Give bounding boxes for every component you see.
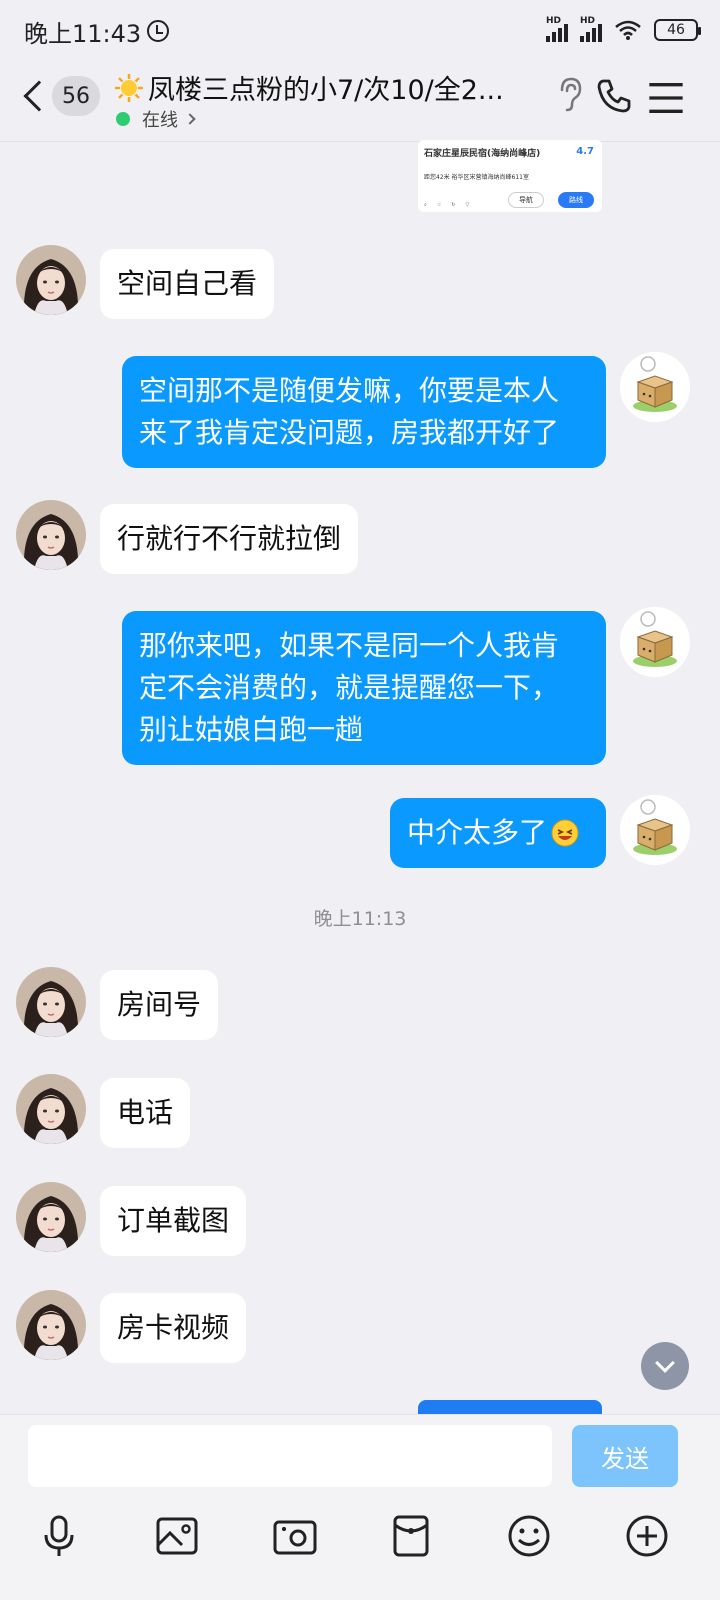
microphone-icon[interactable] — [34, 1511, 84, 1561]
input-toolbar — [0, 1503, 720, 1569]
chevron-left-icon — [23, 80, 55, 112]
message-text: 中介太多了 — [407, 816, 548, 849]
incoming-message-bubble[interactable]: 订单截图 — [100, 1186, 247, 1256]
online-status[interactable]: 在线 — [116, 106, 196, 132]
alarm-icon — [147, 20, 170, 42]
message-line: 来了我肯定没问题，房我都开好了 — [139, 416, 560, 449]
wifi-icon — [615, 20, 641, 40]
red-packet-icon[interactable] — [386, 1511, 436, 1561]
share-icon: ↻ — [451, 202, 456, 208]
card-nav-button[interactable]: 导航 — [508, 192, 544, 208]
incoming-message-bubble[interactable]: 电话 — [100, 1078, 191, 1148]
my-avatar[interactable] — [620, 795, 690, 865]
card-route-button[interactable]: 路线 — [558, 192, 594, 208]
image-icon[interactable] — [152, 1511, 202, 1561]
battery-icon: 46 — [654, 19, 701, 41]
contact-avatar[interactable] — [16, 1182, 86, 1252]
online-dot-icon — [116, 112, 130, 126]
incoming-message-bubble[interactable]: 空间自己看 — [100, 249, 275, 319]
my-avatar[interactable] — [620, 607, 690, 677]
scroll-to-bottom-button[interactable] — [641, 1342, 689, 1390]
unread-badge: 56 — [52, 76, 100, 116]
contact-avatar[interactable] — [16, 1074, 86, 1144]
star-icon: ☆ — [436, 202, 442, 208]
chat-header: 56 凤楼三点粉的小7/次10/全2... 在线 — [0, 62, 720, 142]
menu-icon[interactable] — [646, 78, 686, 118]
phone-icon[interactable] — [594, 76, 634, 116]
emoji-icon[interactable] — [504, 1511, 554, 1561]
incoming-message-bubble[interactable]: 房间号 — [100, 970, 219, 1040]
outgoing-message-bubble[interactable]: 空间那不是随便发嘛，你要是本人 来了我肯定没问题，房我都开好了 — [122, 356, 606, 468]
hd-label: HD — [546, 16, 562, 26]
sun-emoji-icon — [115, 74, 143, 102]
chat-title[interactable]: 凤楼三点粉的小7/次10/全2... — [114, 68, 534, 107]
contact-avatar[interactable] — [16, 1290, 86, 1360]
incoming-message-bubble[interactable]: 房卡视频 — [100, 1293, 247, 1363]
my-avatar[interactable] — [620, 352, 690, 422]
ear-icon[interactable] — [552, 74, 588, 114]
card-icons: ⌕ ☆ ↻ ▽ — [424, 202, 469, 208]
outgoing-message-bubble[interactable]: 那你来吧，如果不是同一个人我肯 定不会消费的，就是提醒您一下， 别让姑娘白跑一趟 — [122, 611, 606, 765]
contact-avatar[interactable] — [16, 967, 86, 1037]
input-area: 发送 — [0, 1414, 720, 1600]
outgoing-message-bubble[interactable]: 中介太多了 — [390, 798, 606, 868]
search-icon: ⌕ — [424, 202, 427, 208]
hd-label: HD — [580, 16, 596, 26]
message-line: 那你来吧，如果不是同一个人我肯 — [139, 629, 560, 662]
camera-icon[interactable] — [270, 1511, 320, 1561]
signal-icon: HD — [580, 16, 602, 42]
message-line: 别让姑娘白跑一趟 — [139, 713, 364, 746]
card-address: 距您42米 裕华区宋营镇海纳尚峰611室 — [424, 174, 529, 181]
message-input[interactable] — [28, 1425, 552, 1487]
plus-icon[interactable] — [622, 1511, 672, 1561]
message-line: 空间那不是随便发嘛，你要是本人 — [139, 374, 560, 407]
signal-icon: HD — [546, 16, 568, 42]
chat-title-text: 凤楼三点粉的小7/次10/全2... — [148, 75, 504, 106]
battery-level: 46 — [667, 22, 685, 38]
message-line: 定不会消费的，就是提醒您一下， — [139, 671, 560, 704]
chevron-down-icon — [655, 1353, 675, 1373]
incoming-message-bubble[interactable]: 行就行不行就拉倒 — [100, 504, 359, 574]
status-time: 晚上11:43 — [24, 19, 142, 48]
status-bar: 晚上11:43 HD HD 46 — [0, 0, 720, 62]
online-status-text: 在线 — [142, 110, 178, 131]
send-button[interactable]: 发送 — [572, 1425, 678, 1487]
card-hotel-name: 石家庄星辰民宿(海纳尚峰店) — [424, 149, 541, 159]
time-divider: 晚上11:13 — [313, 908, 407, 930]
chevron-right-icon — [184, 113, 196, 125]
contact-avatar[interactable] — [16, 245, 86, 315]
back-button[interactable]: 56 — [22, 76, 100, 116]
card-rating: 4.7 — [576, 146, 594, 157]
shared-location-card[interactable]: 石家庄星辰民宿(海纳尚峰店) 4.7 距您42米 裕华区宋营镇海纳尚峰611室 … — [418, 140, 602, 212]
laughing-emoji-icon — [551, 819, 579, 847]
contact-avatar[interactable] — [16, 500, 86, 570]
taxi-icon: ▽ — [465, 202, 470, 208]
